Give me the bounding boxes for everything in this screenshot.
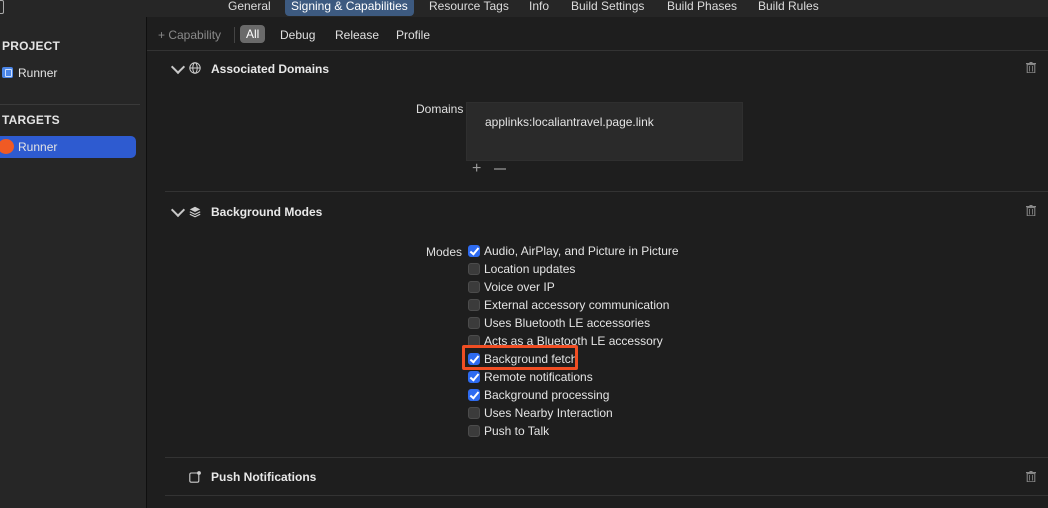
chevron-down-icon[interactable] bbox=[170, 202, 186, 218]
globe-icon bbox=[189, 62, 201, 74]
mode-label: Remote notifications bbox=[484, 370, 593, 384]
checkbox[interactable] bbox=[468, 281, 480, 293]
associated-domains-title: Associated Domains bbox=[211, 62, 330, 76]
filter-release[interactable]: Release bbox=[335, 28, 379, 42]
push-notifications-title: Push Notifications bbox=[211, 470, 317, 484]
mode-label: Audio, AirPlay, and Picture in Picture bbox=[484, 244, 679, 258]
checkbox[interactable] bbox=[468, 407, 480, 419]
domains-list[interactable]: applinks:localiantravel.page.link bbox=[466, 102, 743, 161]
chevron-down-icon[interactable] bbox=[170, 59, 186, 75]
editor-tab-bar: General Signing & Capabilities Resource … bbox=[0, 0, 1048, 17]
tab-resource-tags[interactable]: Resource Tags bbox=[429, 0, 509, 16]
modes-label: Modes bbox=[426, 245, 463, 259]
domain-entry[interactable]: applinks:localiantravel.page.link bbox=[485, 115, 654, 129]
capabilities-editor: + Capability All Debug Release Profile A… bbox=[147, 17, 1048, 508]
trash-icon[interactable] bbox=[1026, 62, 1036, 73]
section-divider bbox=[165, 495, 1048, 496]
filter-profile[interactable]: Profile bbox=[396, 28, 430, 42]
tab-general[interactable]: General bbox=[228, 0, 271, 16]
mode-label: Push to Talk bbox=[484, 424, 550, 438]
section-divider bbox=[165, 457, 1048, 458]
add-domain-button[interactable]: + bbox=[472, 161, 481, 177]
project-navigator-sidebar: PROJECT Runner TARGETS Runner bbox=[0, 17, 147, 508]
filter-divider bbox=[234, 27, 235, 43]
project-heading: PROJECT bbox=[2, 39, 61, 53]
mode-label: Background processing bbox=[484, 388, 610, 402]
remove-domain-button[interactable] bbox=[494, 168, 506, 170]
background-fetch-highlight bbox=[462, 345, 578, 370]
domains-label: Domains bbox=[416, 102, 464, 116]
sidebar-item-target-runner[interactable]: Runner bbox=[0, 136, 136, 158]
filter-all[interactable]: All bbox=[240, 25, 266, 43]
target-app-icon bbox=[0, 139, 14, 154]
mode-label: Location updates bbox=[484, 262, 576, 276]
checkbox[interactable] bbox=[468, 425, 480, 437]
targets-heading: TARGETS bbox=[2, 113, 60, 127]
mode-label: Uses Nearby Interaction bbox=[484, 406, 613, 420]
add-capability-button[interactable]: + Capability bbox=[158, 28, 221, 42]
mode-label: Uses Bluetooth LE accessories bbox=[484, 316, 651, 330]
checkbox[interactable] bbox=[468, 389, 480, 401]
tab-build-phases[interactable]: Build Phases bbox=[667, 0, 737, 16]
filter-debug[interactable]: Debug bbox=[280, 28, 315, 42]
tab-build-rules[interactable]: Build Rules bbox=[758, 0, 819, 16]
tab-info[interactable]: Info bbox=[529, 0, 549, 16]
checkbox[interactable] bbox=[468, 263, 480, 275]
checkbox[interactable] bbox=[468, 299, 480, 311]
notification-badge-icon bbox=[189, 471, 201, 483]
layers-icon bbox=[189, 206, 201, 218]
sidebar-divider bbox=[0, 104, 140, 105]
panel-edge-icon bbox=[0, 0, 4, 14]
checkbox[interactable] bbox=[468, 317, 480, 329]
section-divider bbox=[165, 191, 1048, 192]
sidebar-item-label: Runner bbox=[18, 66, 58, 80]
mode-label: Voice over IP bbox=[484, 280, 555, 294]
tab-build-settings[interactable]: Build Settings bbox=[571, 0, 644, 16]
project-icon bbox=[2, 67, 13, 78]
capability-filter-bar: + Capability All Debug Release Profile bbox=[147, 17, 1048, 51]
mode-label: External accessory communication bbox=[484, 298, 670, 312]
tab-signing-capabilities[interactable]: Signing & Capabilities bbox=[285, 0, 414, 16]
background-modes-title: Background Modes bbox=[211, 205, 323, 219]
checkbox[interactable] bbox=[468, 371, 480, 383]
checkbox[interactable] bbox=[468, 245, 480, 257]
trash-icon[interactable] bbox=[1026, 205, 1036, 216]
trash-icon[interactable] bbox=[1026, 471, 1036, 482]
sidebar-item-label: Runner bbox=[18, 140, 58, 154]
